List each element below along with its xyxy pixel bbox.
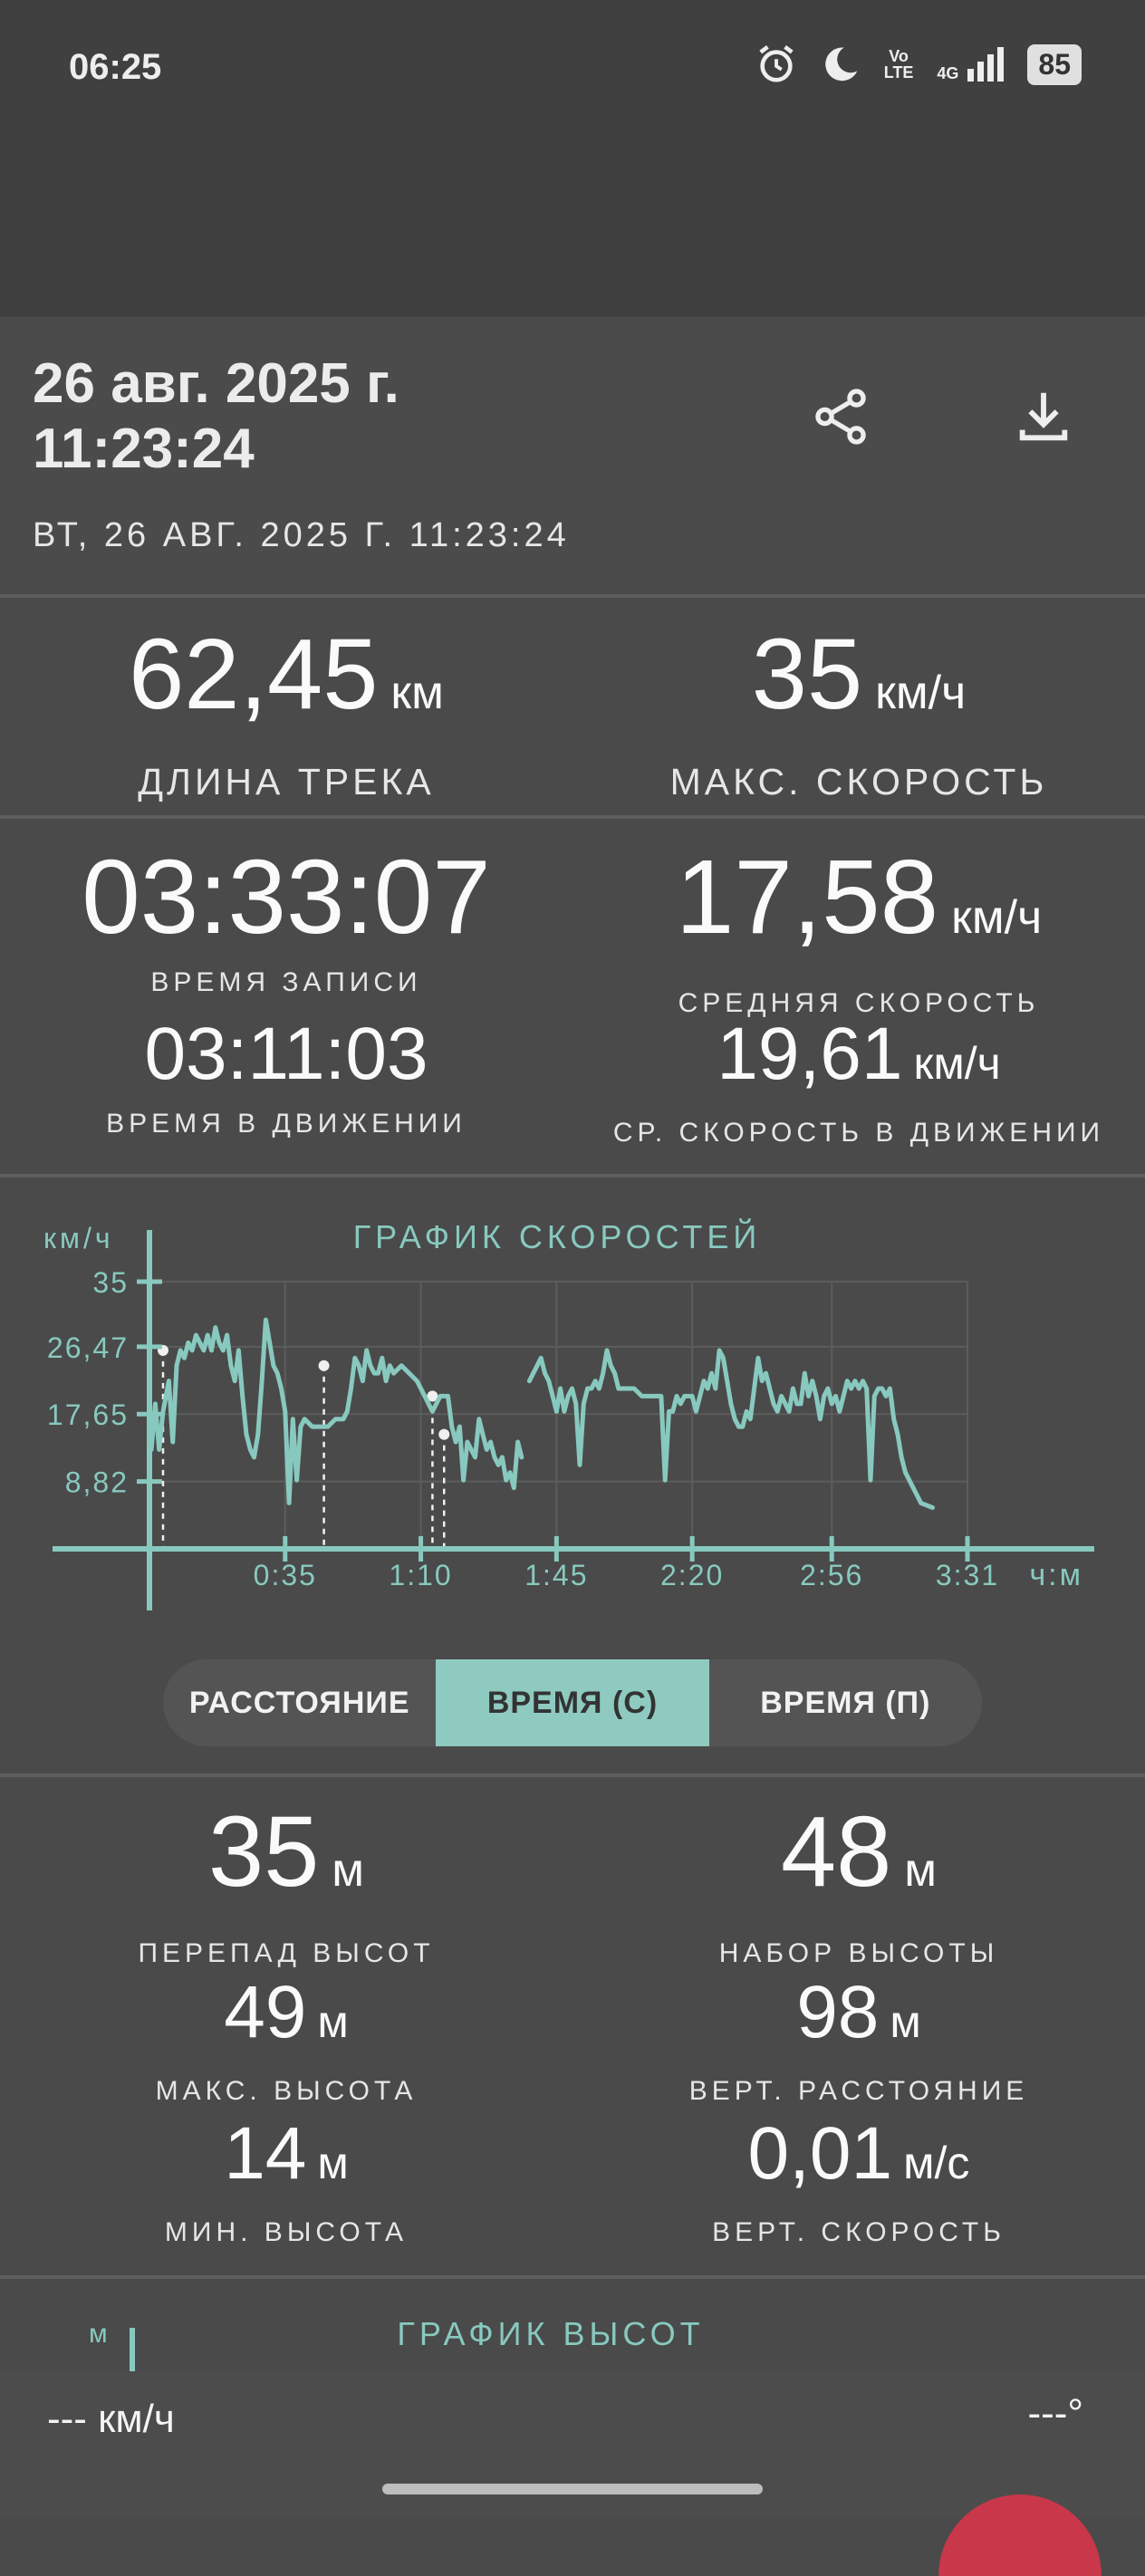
elevation-difference-label: ПЕРЕПАД ВЫСОТ — [138, 1938, 435, 1968]
x-tick-label: 2:20 — [660, 1559, 724, 1591]
share-icon — [815, 389, 866, 445]
record-time-value: 03:33:07 — [82, 838, 491, 956]
x-tick-label: 1:45 — [524, 1559, 588, 1591]
battery-indicator: 85 — [1027, 43, 1082, 85]
track-length-label: ДЛИНА ТРЕКА — [138, 761, 435, 803]
download-icon — [1019, 392, 1068, 441]
y-tick-label: 17,65 — [47, 1399, 129, 1431]
chart-title: ГРАФИК СКОРОСТЕЙ — [353, 1217, 762, 1255]
max-elevation-unit: м — [317, 1996, 349, 2047]
x-tick-label: 1:10 — [389, 1559, 452, 1591]
avg-speed-stat: 17,58 км/ч СРЕДНЯЯ СКОРОСТЬ — [572, 844, 1145, 1019]
elevation-gain-stat: 48 м НАБОР ВЫСОТЫ — [572, 1802, 1145, 1969]
status-icons: Vo LTE 4G 85 — [755, 43, 1082, 85]
vert-speed-stat: 0,01 м/с ВЕРТ. СКОРОСТЬ — [572, 2116, 1145, 2248]
max-speed-stat: 35 км/ч МАКС. СКОРОСТЬ — [572, 625, 1145, 803]
min-elevation-unit: м — [317, 2138, 349, 2188]
divider — [0, 594, 1145, 598]
home-indicator[interactable] — [382, 2484, 763, 2494]
vert-distance-label: ВЕРТ. РАССТОЯНИЕ — [688, 2076, 1029, 2106]
y-tick-label: 26,47 — [47, 1331, 129, 1364]
alarm-icon — [759, 44, 794, 82]
x-tick-label: 3:31 — [936, 1559, 999, 1591]
record-button[interactable] — [938, 2494, 1102, 2576]
elevation-difference-stat: 35 м ПЕРЕПАД ВЫСОТ — [0, 1802, 572, 1969]
status-time: 06:25 — [69, 47, 162, 87]
toggle-time-moving[interactable]: ВРЕМЯ (П) — [709, 1659, 982, 1746]
vert-distance-value: 98 — [796, 1971, 880, 2053]
x-tick-label: 2:56 — [800, 1559, 863, 1591]
record-time-label: ВРЕМЯ ЗАПИСИ — [150, 967, 422, 997]
toggle-time-total[interactable]: ВРЕМЯ (С) — [436, 1659, 709, 1746]
min-elevation-label: МИН. ВЫСОТА — [164, 2217, 409, 2247]
download-button[interactable] — [998, 371, 1089, 462]
track-length-value: 62,45 — [129, 619, 379, 730]
track-length-stat: 62,45 км ДЛИНА ТРЕКА — [0, 625, 572, 803]
vert-speed-value: 0,01 — [747, 2112, 893, 2195]
y-tick-label: 35 — [92, 1266, 129, 1299]
elevation-difference-value: 35 — [207, 1796, 320, 1908]
elevation-gain-value: 48 — [780, 1796, 892, 1908]
track-header: 26 авг. 2025 г. 11:23:24 ВТ, 26 АВГ. 202… — [0, 317, 1145, 596]
avg-moving-speed-value: 19,61 — [717, 1013, 903, 1095]
toggle-distance[interactable]: РАССТОЯНИЕ — [163, 1659, 436, 1746]
marker-dot — [438, 1428, 450, 1440]
avg-moving-speed-unit: км/ч — [913, 1038, 1001, 1089]
divider — [0, 2275, 1145, 2279]
x-tick-label: 0:35 — [254, 1559, 317, 1591]
moving-time-label: ВРЕМЯ В ДВИЖЕНИИ — [106, 1109, 467, 1139]
elevation-difference-unit: м — [332, 1844, 365, 1897]
share-button[interactable] — [795, 371, 886, 462]
min-elevation-stat: 14 м МИН. ВЫСОТА — [0, 2116, 572, 2248]
marker-dot — [318, 1360, 330, 1371]
track-subtitle: ВТ, 26 АВГ. 2025 Г. 11:23:24 — [33, 516, 570, 554]
track-length-unit: км — [390, 667, 444, 719]
vert-speed-label: ВЕРТ. СКОРОСТЬ — [712, 2217, 1005, 2247]
volte-icon: Vo LTE — [883, 47, 914, 82]
chart-grid — [149, 1281, 968, 1549]
current-heading: ---° — [1027, 2391, 1083, 2436]
avg-speed-unit: км/ч — [951, 891, 1043, 944]
bottom-bar: --- км/ч ---° — [0, 2371, 1145, 2576]
avg-moving-speed-label: СР. СКОРОСТЬ В ДВИЖЕНИИ — [612, 1118, 1105, 1148]
moving-time-stat: 03:11:03 ВРЕМЯ В ДВИЖЕНИИ — [0, 1016, 572, 1139]
elevation-gain-unit: м — [904, 1844, 938, 1897]
y-tick-label: 8,82 — [65, 1466, 129, 1499]
avg-speed-value: 17,58 — [675, 838, 939, 956]
moving-time-value: 03:11:03 — [144, 1013, 428, 1095]
chart-axes — [53, 1230, 1094, 1610]
max-speed-value: 35 — [751, 619, 863, 730]
signal-icon: 4G — [937, 47, 1005, 82]
divider — [0, 815, 1145, 819]
vert-distance-unit: м — [890, 1996, 921, 2047]
moon-icon — [824, 47, 858, 82]
x-axis-label: ч:м — [1029, 1558, 1083, 1592]
vert-speed-unit: м/с — [903, 2138, 970, 2188]
min-elevation-value: 14 — [224, 2112, 307, 2195]
max-elevation-stat: 49 м МАКС. ВЫСОТА — [0, 1975, 572, 2107]
track-title: 26 авг. 2025 г. 11:23:24 — [33, 352, 399, 480]
speed-chart[interactable]: ГРАФИК СКОРОСТЕЙ км/ч ч:м 35 26,47 17,65 8,82 0… — [0, 1177, 1145, 1630]
vert-distance-stat: 98 м ВЕРТ. РАССТОЯНИЕ — [572, 1975, 1145, 2107]
elevation-gain-label: НАБОР ВЫСОТЫ — [718, 1938, 999, 1968]
max-elevation-value: 49 — [224, 1971, 307, 2053]
y-axis-label: км/ч — [43, 1222, 114, 1254]
max-speed-unit: км/ч — [875, 667, 967, 719]
network-type: 4G — [937, 64, 959, 82]
record-time-stat: 03:33:07 ВРЕМЯ ЗАПИСИ — [0, 844, 572, 998]
max-elevation-label: МАКС. ВЫСОТА — [155, 2076, 418, 2106]
avg-moving-speed-stat: 19,61 км/ч СР. СКОРОСТЬ В ДВИЖЕНИИ — [572, 1016, 1145, 1149]
chart-markers — [157, 1344, 450, 1549]
divider — [0, 1773, 1145, 1777]
current-speed: --- км/ч — [47, 2397, 175, 2441]
status-bar: 06:25 Vo LTE 4G 85 — [0, 0, 1145, 317]
elevation-chart-title: ГРАФИК ВЫСОТ — [397, 2315, 705, 2352]
max-speed-label: МАКС. СКОРОСТЬ — [669, 761, 1048, 803]
chart-mode-toggle[interactable]: РАССТОЯНИЕ ВРЕМЯ (С) ВРЕМЯ (П) — [163, 1659, 982, 1746]
